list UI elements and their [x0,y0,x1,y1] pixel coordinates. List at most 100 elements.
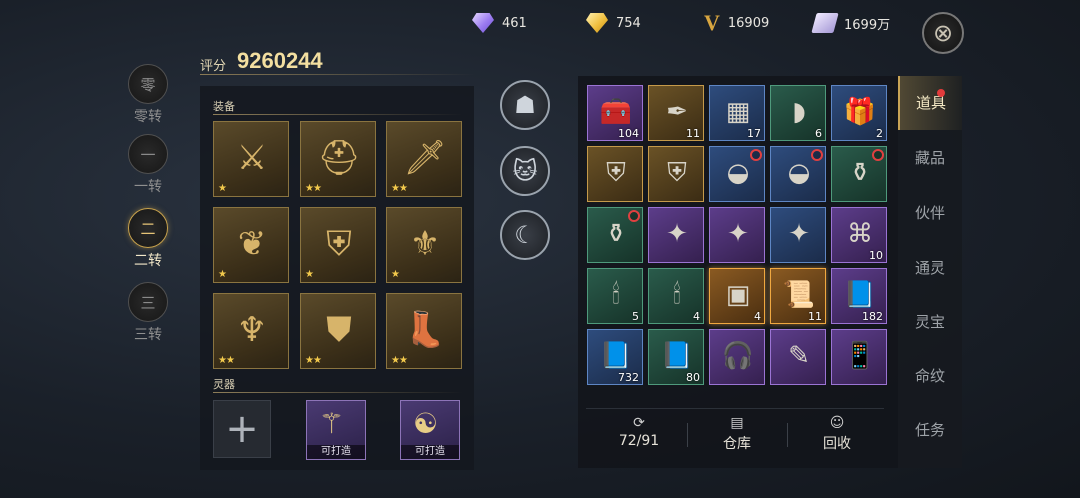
item-count: 104 [618,127,639,140]
unusable-icon [872,149,884,161]
inventory-slot[interactable]: ⌘ 10 [831,207,887,263]
equip-slot-armor[interactable]: ⛨ ★ [300,207,376,283]
inventory-slot[interactable]: ◒ [770,146,826,202]
tab-spirit-link[interactable]: 通灵 [898,241,962,295]
inventory-slot[interactable]: ▦ 17 [709,85,765,141]
inventory-slot[interactable]: 📘 182 [831,268,887,324]
recycle-button[interactable]: ☺ 回收 [792,415,882,453]
helmet-mask-icon: ☗ [514,91,536,119]
unusable-icon [628,210,640,222]
tab-collection[interactable]: 藏品 [898,131,962,185]
inventory-slot[interactable]: 📜 11 [770,268,826,324]
jade-icon: ◗ [792,97,806,127]
tab-partners[interactable]: 伙伴 [898,186,962,240]
spirit-slot-1[interactable]: ⚚ 可打造 [306,400,366,460]
equip-slot-boots[interactable]: 👢 ★★ [386,293,462,369]
inventory-slot[interactable]: ⚱ [587,207,643,263]
card-icon: ✦ [666,219,688,249]
companion-slot-2[interactable]: 🐱 [500,146,550,196]
warehouse-button[interactable]: ▤ 仓库 [692,415,782,453]
inventory-slot[interactable]: 🎧 [709,329,765,385]
inventory-slot[interactable]: ✦ [648,207,704,263]
rank-medal-icon: 零 [128,64,168,104]
currency-ticket[interactable]: 1699万 [811,12,890,34]
boots-icon: 👢 [403,310,447,350]
equip-slot-weapon[interactable]: ⚔ ★ [213,121,289,197]
bracer-icon: ⚜ [409,224,441,264]
currency-v-points[interactable]: V 16909 [704,12,769,34]
capacity-label: 72/91 [618,433,660,449]
armor-icon: ⛨ [606,157,626,188]
inventory-slot[interactable]: ▣ 4 [709,268,765,324]
card-icon: ✦ [727,219,749,249]
equip-slot-offhand[interactable]: 🗡 ★★ [386,121,462,197]
rank-tab-one[interactable]: 一 一转 [127,134,169,196]
currency-gold-diamond[interactable]: 754 [586,12,641,34]
divider [213,392,463,393]
spirit-title: 灵器 [213,378,235,391]
sort-button[interactable]: ⟳ 72/91 [594,415,684,449]
equip-slot-chest[interactable]: ⛊ ★★ [300,293,376,369]
inventory-slot[interactable]: 🧰 104 [587,85,643,141]
inventory-grid[interactable]: 🧰 104 ✒ 11 ▦ 17 ◗ 6 🎁 2 ⛨ ⛨ ◒ ◒ ⚱ ⚱ ✦ ✦ ✦ ⌘ 10 🕯 5 🕯 4 ▣ 4 📜 11 📘 182 📘… [586,84,891,402]
inventory-slot[interactable]: 🕯 5 [587,268,643,324]
divider [200,74,475,75]
tab-runes[interactable]: 命纹 [898,349,962,403]
inventory-slot[interactable]: 📘 80 [648,329,704,385]
inventory-slot[interactable]: ◗ 6 [770,85,826,141]
inventory-slot[interactable]: ✦ [770,207,826,263]
belt-icon: ♆ [236,310,268,350]
equipment-title: 装备 [213,100,235,113]
rank-medal-icon: 二 [128,208,168,248]
rank-tab-three[interactable]: 三 三转 [127,282,169,344]
tab-quests[interactable]: 任务 [898,403,962,457]
companion-slot-3[interactable]: ☾ [500,210,550,260]
rank-label: 三转 [134,327,162,343]
book-icon: 📘 [599,341,633,371]
currency-value: 754 [616,15,641,31]
inventory-slot[interactable]: 📘 732 [587,329,643,385]
rank-tab-zero[interactable]: 零 零转 [127,64,169,126]
inventory-slot[interactable]: ✒ 11 [648,85,704,141]
relic-icon: ⌘ [847,219,873,249]
equip-slot-helmet[interactable]: ⛑ ★★ [300,121,376,197]
companion-slot-1[interactable]: ☗ [500,80,550,130]
notification-dot [937,89,945,97]
compass-icon: ☯ [413,407,439,440]
star-rating: ★★ [305,183,322,194]
spirit-slot-2[interactable]: ☯ 可打造 [400,400,460,460]
unusable-icon [750,149,762,161]
divider [787,423,788,447]
rank-label: 一转 [134,179,162,195]
star-rating: ★ [218,269,227,280]
tab-treasure[interactable]: 灵宝 [898,295,962,349]
beast-icon: ☾ [514,221,536,249]
inventory-slot[interactable]: 📱 [831,329,887,385]
currency-value: 16909 [727,15,770,31]
equip-slot-amulet[interactable]: ❦ ★ [213,207,289,283]
equip-slot-bracer[interactable]: ⚜ ★ [386,207,462,283]
inventory-slot[interactable]: 🕯 4 [648,268,704,324]
inventory-slot[interactable]: ⚱ [831,146,887,202]
item-count: 11 [808,310,822,323]
rank-label: 零转 [134,109,162,125]
tab-props[interactable]: 道具 [898,76,962,130]
crate-icon: ▦ [725,97,751,127]
inventory-slot[interactable]: ⛨ [587,146,643,202]
currency-value: 461 [502,15,527,31]
star-rating: ★★ [305,355,322,366]
inventory-slot[interactable]: ◒ [709,146,765,202]
purple-diamond-icon [472,13,494,33]
rank-tab-two[interactable]: 二 二转 [127,208,169,270]
equip-slot-belt[interactable]: ♆ ★★ [213,293,289,369]
warehouse-label: 仓库 [723,436,751,452]
add-spirit-button[interactable]: + [213,400,271,458]
inventory-slot[interactable]: ⛨ [648,146,704,202]
inventory-slot[interactable]: ✎ [770,329,826,385]
item-count: 10 [869,249,883,262]
armor-icon: ⛨ [667,157,687,188]
inventory-slot[interactable]: ✦ [709,207,765,263]
menu-emblem-button[interactable]: ⊗ [922,12,964,54]
currency-purple-diamond[interactable]: 461 [472,12,527,34]
inventory-slot[interactable]: 🎁 2 [831,85,887,141]
